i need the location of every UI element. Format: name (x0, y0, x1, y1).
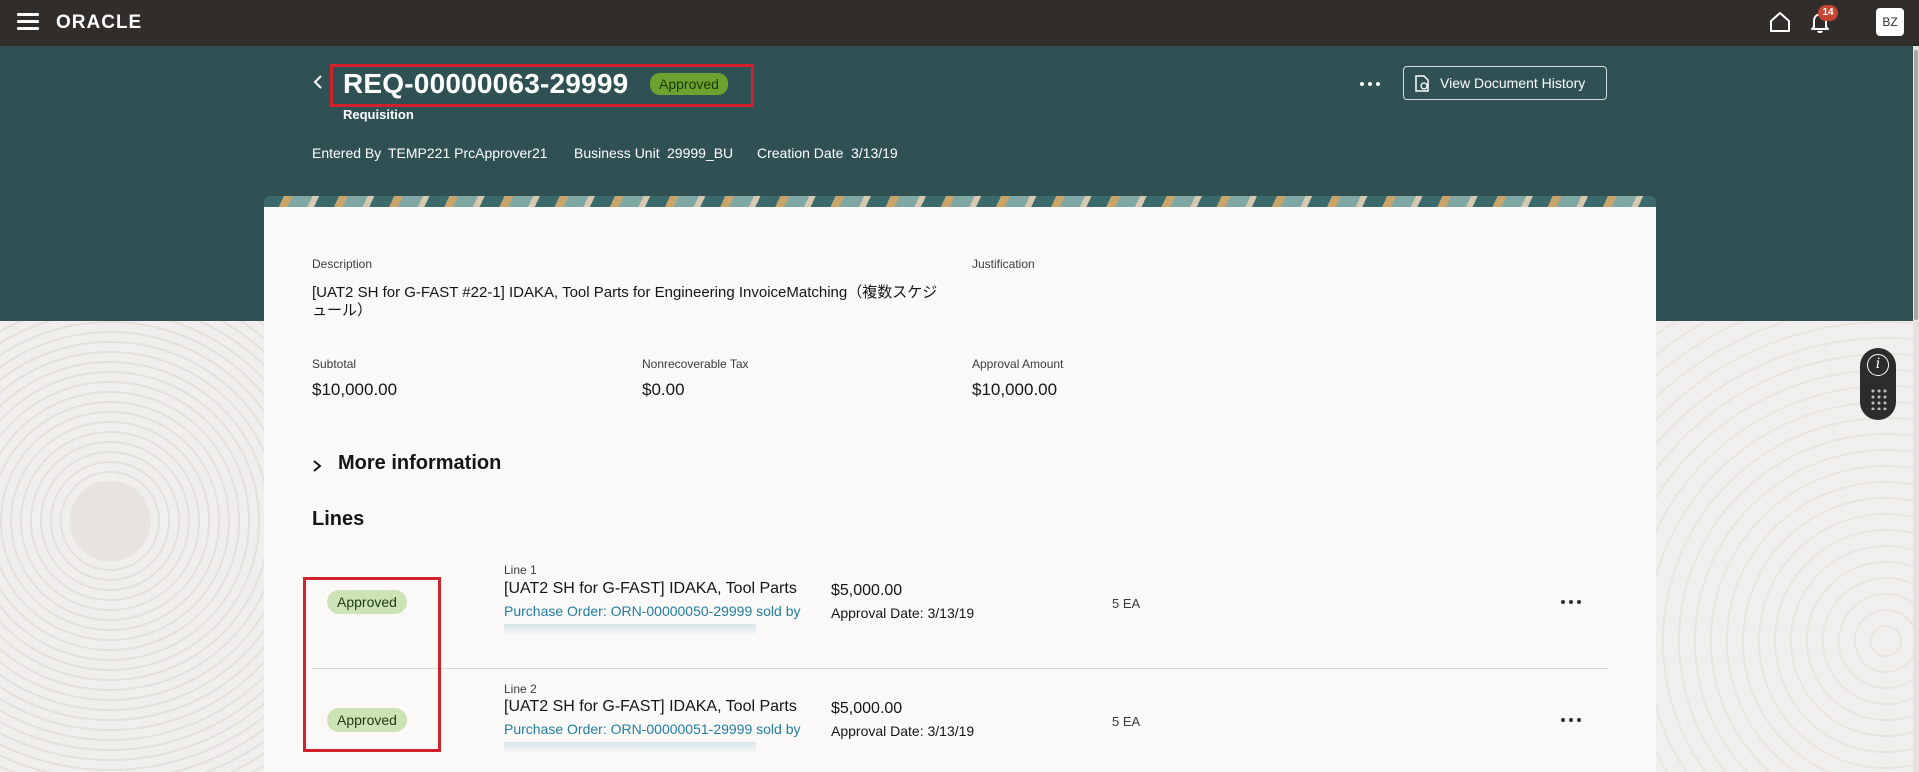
tax-value: $0.00 (642, 380, 685, 399)
menu-icon[interactable] (17, 13, 39, 31)
line-2-more-actions-button[interactable] (1559, 712, 1583, 728)
justification-label: Justification (972, 257, 1035, 271)
description-value: [UAT2 SH for G-FAST #22-1] IDAKA, Tool P… (312, 284, 938, 319)
page-scrollbar-thumb[interactable] (1914, 50, 1918, 320)
line-2-approval-date: Approval Date: 3/13/19 (831, 723, 975, 739)
lines-heading: Lines (312, 508, 365, 530)
highlight-box-title (330, 64, 754, 107)
creation-date-value: 3/13/19 (851, 145, 898, 161)
subtotal-value: $10,000.00 (312, 380, 398, 399)
subtotal-label: Subtotal (312, 357, 357, 371)
line-divider (312, 668, 1608, 669)
home-icon[interactable] (1768, 10, 1792, 34)
line-1-number: Line 1 (504, 563, 537, 577)
line-2-quantity: 5 EA (1112, 714, 1141, 729)
info-icon[interactable]: i (1867, 354, 1889, 376)
line-2-title[interactable]: [UAT2 SH for G-FAST] IDAKA, Tool Parts (504, 698, 797, 716)
more-information-label: More information (338, 452, 502, 474)
business-unit-value: 29999_BU (667, 145, 734, 161)
line-1-quantity: 5 EA (1112, 596, 1141, 611)
keypad-grid-icon[interactable] (1870, 388, 1888, 410)
info-assistant-widget[interactable]: i (1860, 348, 1896, 420)
document-type: Requisition (343, 107, 414, 122)
background-pattern-left (0, 321, 264, 772)
back-chevron-icon[interactable] (312, 74, 324, 90)
approval-amount-label: Approval Amount (972, 357, 1064, 371)
line-1-purchase-order-link[interactable]: Purchase Order: ORN-00000050-29999 sold … (504, 603, 801, 619)
business-unit-label: Business Unit (574, 145, 660, 161)
more-actions-button[interactable] (1358, 74, 1382, 94)
entered-by-value: TEMP221 PrcApprover21 (388, 145, 548, 161)
line-1-approval-date: Approval Date: 3/13/19 (831, 605, 975, 621)
description-label: Description (312, 257, 373, 271)
line-1-supplier-redacted (504, 624, 756, 636)
highlight-box-line-status (303, 577, 441, 752)
tax-label: Nonrecoverable Tax (642, 357, 749, 371)
notification-count-badge: 14 (1818, 5, 1838, 21)
line-1-amount: $5,000.00 (831, 582, 903, 599)
line-2-supplier-redacted (504, 742, 756, 754)
chevron-right-icon (313, 460, 322, 472)
creation-date-label: Creation Date (757, 145, 844, 161)
line-2-amount: $5,000.00 (831, 700, 903, 717)
user-avatar[interactable]: BZ (1876, 8, 1904, 36)
line-2-purchase-order-link[interactable]: Purchase Order: ORN-00000051-29999 sold … (504, 721, 801, 737)
global-header: ORACLE 14 BZ (0, 0, 1919, 46)
document-history-icon (1415, 75, 1429, 92)
approval-amount-value: $10,000.00 (972, 380, 1058, 399)
view-document-history-button[interactable]: View Document History (1403, 66, 1607, 100)
line-1-more-actions-button[interactable] (1559, 594, 1583, 610)
line-2-number: Line 2 (504, 682, 537, 696)
oracle-logo[interactable]: ORACLE (56, 12, 142, 34)
line-1-title[interactable]: [UAT2 SH for G-FAST] IDAKA, Tool Parts (504, 580, 797, 598)
entered-by-label: Entered By (312, 145, 382, 161)
view-document-history-label: View Document History (1440, 75, 1586, 91)
